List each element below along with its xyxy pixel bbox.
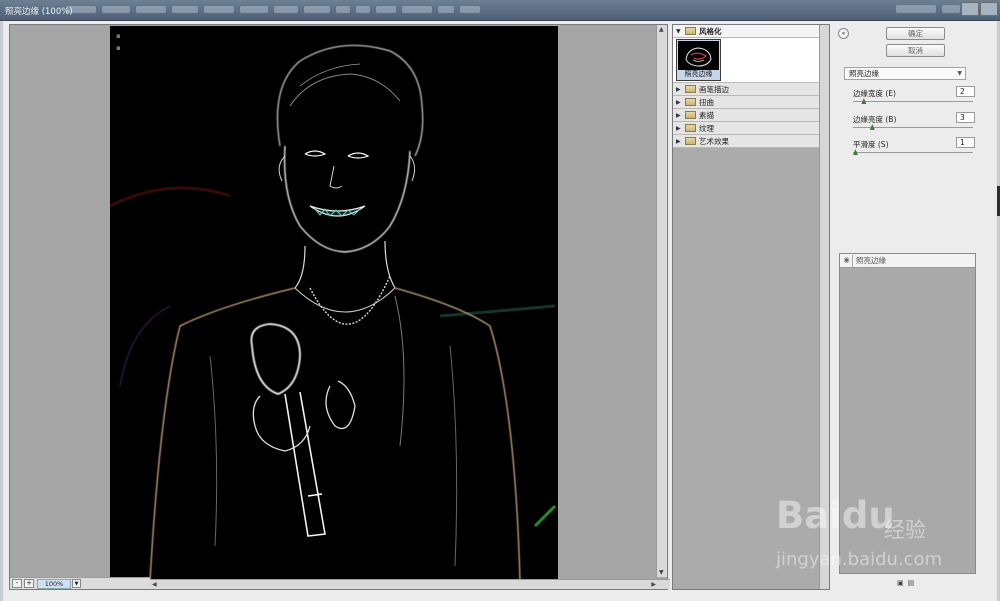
effect-layer-label: 照亮边缘 xyxy=(856,256,886,265)
preview-vertical-scrollbar[interactable]: ▲ ▼ xyxy=(656,25,667,577)
gallery-scrollbar[interactable] xyxy=(819,25,829,589)
category-label: 风格化 xyxy=(699,26,722,36)
filter-select-value: 照亮边缘 xyxy=(849,69,879,78)
category-item[interactable]: ▶ 艺术效果 xyxy=(673,135,820,148)
zoom-bar: - + 100% ▼ xyxy=(10,577,150,589)
delete-layer-icon[interactable]: ▤ xyxy=(908,579,915,587)
cancel-button[interactable]: 取消 xyxy=(886,44,945,57)
category-label: 艺术效果 xyxy=(699,136,729,146)
folder-icon xyxy=(685,27,696,35)
collapsed-triangle-icon: ▶ xyxy=(676,124,681,132)
filter-gallery-panel: ▼ 风格化 照亮边缘 ▶ 画笔描边 ▶ 扭曲 ▶ 素描 ▶ 纹理 ▶ 艺术效果 xyxy=(672,24,830,590)
preview-image: ▪ ▪ xyxy=(110,26,558,581)
category-label: 扭曲 xyxy=(699,97,714,107)
param-smoothness: 平滑度 (S) 1 xyxy=(853,137,975,159)
category-item[interactable]: ▶ 素描 xyxy=(673,109,820,122)
slider-track[interactable] xyxy=(853,101,973,102)
param-label: 边缘亮度 (B) xyxy=(853,115,897,124)
param-label: 边缘宽度 (E) xyxy=(853,89,896,98)
param-edge-width: 边缘宽度 (E) 2 xyxy=(853,86,975,108)
scroll-right-arrow-icon[interactable]: ▶ xyxy=(651,581,656,588)
param-value-input[interactable]: 1 xyxy=(956,137,975,148)
param-value-input[interactable]: 3 xyxy=(956,112,975,123)
zoom-dropdown-icon[interactable]: ▼ xyxy=(72,579,81,588)
glowing-edges-image: ▪ ▪ xyxy=(110,26,558,581)
folder-icon xyxy=(685,85,696,93)
category-item[interactable]: ▶ 扭曲 xyxy=(673,96,820,109)
collapse-gallery-icon[interactable]: « xyxy=(838,28,849,39)
effect-layers-panel: ◉ 照亮边缘 xyxy=(839,253,976,574)
scroll-left-arrow-icon[interactable]: ◀ xyxy=(152,581,157,588)
scroll-up-arrow-icon[interactable]: ▲ xyxy=(659,26,664,33)
param-edge-brightness: 边缘亮度 (B) 3 xyxy=(853,112,975,134)
chevron-down-icon: ▼ xyxy=(957,70,962,77)
collapsed-triangle-icon: ▶ xyxy=(676,98,681,106)
param-value-input[interactable]: 2 xyxy=(956,86,975,97)
category-label: 素描 xyxy=(699,110,714,120)
folder-icon xyxy=(685,111,696,119)
zoom-out-button[interactable]: - xyxy=(12,579,22,588)
minimize-button[interactable] xyxy=(961,2,979,16)
maximize-button[interactable] xyxy=(980,2,998,16)
ok-button[interactable]: 确定 xyxy=(886,27,945,40)
slider-track[interactable] xyxy=(853,152,973,153)
category-item[interactable]: ▶ 纹理 xyxy=(673,122,820,135)
category-stylize[interactable]: ▼ 风格化 xyxy=(673,25,820,38)
folder-icon xyxy=(685,137,696,145)
preview-pane[interactable]: ▪ ▪ ▲ ▼ ◀ ▶ - + 100% ▼ xyxy=(9,24,670,590)
category-item[interactable]: ▶ 画笔描边 xyxy=(673,83,820,96)
title-bar: 照亮边缘 (100%) xyxy=(0,0,1000,21)
collapsed-triangle-icon: ▶ xyxy=(676,111,681,119)
category-label: 画笔描边 xyxy=(699,84,729,94)
window-controls xyxy=(960,2,998,16)
category-label: 纹理 xyxy=(699,123,714,133)
param-label: 平滑度 (S) xyxy=(853,140,889,149)
filter-thumbnail-glowing-edges[interactable]: 照亮边缘 xyxy=(676,39,721,81)
new-layer-icon[interactable]: ▣ xyxy=(897,579,904,587)
zoom-in-button[interactable]: + xyxy=(24,579,34,588)
scroll-down-arrow-icon[interactable]: ▼ xyxy=(659,569,664,576)
svg-text:▪: ▪ xyxy=(116,32,121,40)
filter-thumbnails: 照亮边缘 xyxy=(673,38,820,83)
filter-thumbnail-label: 照亮边缘 xyxy=(684,70,713,78)
folder-icon xyxy=(685,98,696,106)
svg-text:▪: ▪ xyxy=(116,44,121,52)
preview-horizontal-scrollbar[interactable]: ◀ ▶ xyxy=(150,579,670,589)
expanded-triangle-icon: ▼ xyxy=(676,27,681,35)
filter-select[interactable]: 照亮边缘 ▼ xyxy=(844,67,966,80)
folder-icon xyxy=(685,124,696,132)
blurred-toolbar-right xyxy=(896,5,960,13)
collapsed-triangle-icon: ▶ xyxy=(676,137,681,145)
layer-footer: ▣ ▤ xyxy=(897,579,914,587)
filter-controls: « 确定 取消 照亮边缘 ▼ 边缘宽度 (E) 2 边缘亮度 (B) 3 平滑度… xyxy=(836,24,994,252)
effect-layer-row[interactable]: ◉ 照亮边缘 xyxy=(840,254,975,268)
blurred-toolbar xyxy=(66,6,480,16)
window-title: 照亮边缘 (100%) xyxy=(5,7,73,17)
eye-icon[interactable]: ◉ xyxy=(841,254,853,267)
filter-thumbnail-image xyxy=(678,41,719,70)
collapsed-triangle-icon: ▶ xyxy=(676,85,681,93)
zoom-level-field[interactable]: 100% xyxy=(37,578,71,589)
